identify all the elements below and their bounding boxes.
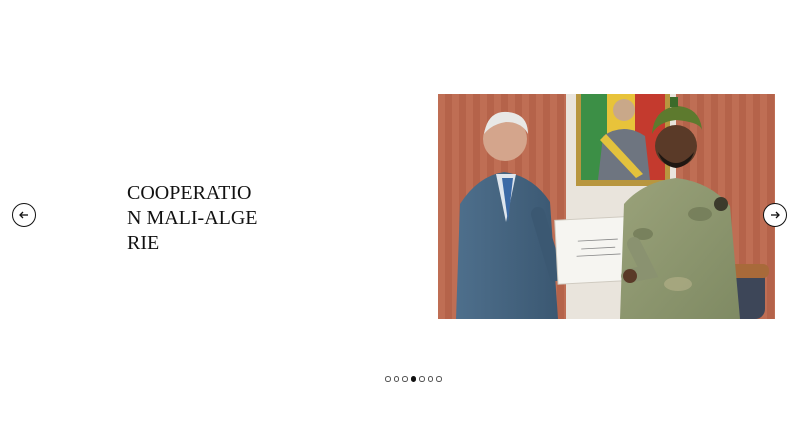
pagination-dot-5[interactable] [419,376,425,382]
pagination-dot-3[interactable] [402,376,408,382]
arrow-right-icon [771,211,780,219]
slide-photo[interactable] [438,94,775,319]
pagination-dot-1[interactable] [385,376,391,382]
arrow-left-icon [19,211,28,219]
previous-slide-button[interactable] [12,203,36,227]
pagination-dot-7[interactable] [436,376,442,382]
slide-pagination [385,376,442,382]
pagination-dot-6[interactable] [427,376,433,382]
pagination-dot-2[interactable] [393,376,399,382]
slideshow-carousel: COOPERATION MALI-ALGERIE [0,0,800,430]
next-slide-button[interactable] [763,203,787,227]
slide-title: COOPERATION MALI-ALGERIE [127,182,258,254]
pagination-dot-4[interactable] [410,376,416,382]
